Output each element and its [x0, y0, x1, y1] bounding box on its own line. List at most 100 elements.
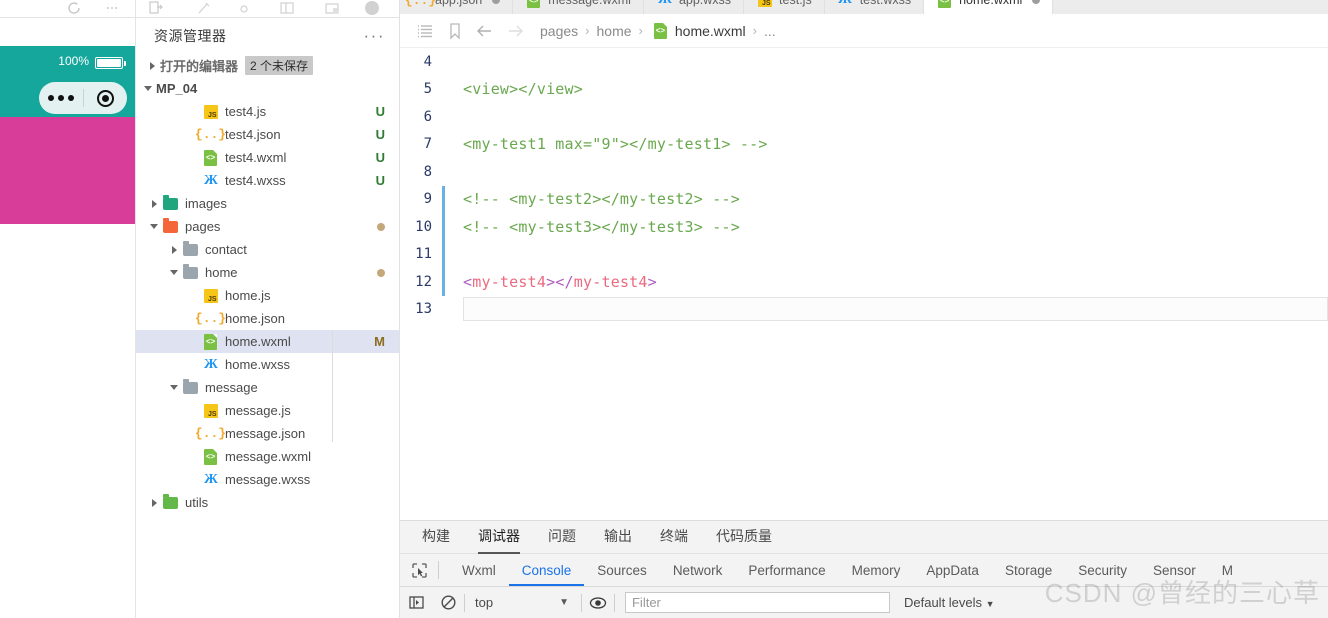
toolbar-divider: [613, 593, 615, 612]
chevron-right-icon[interactable]: [146, 199, 162, 208]
console-sidebar-icon[interactable]: [400, 594, 432, 611]
clear-console-icon[interactable]: [432, 594, 464, 611]
explorer-more-icon[interactable]: ···: [364, 27, 385, 44]
breadcrumb-item-home[interactable]: home: [597, 23, 632, 39]
tree-item-home[interactable]: home: [136, 261, 399, 284]
tree-item-message[interactable]: message: [136, 376, 399, 399]
capsule-close-icon[interactable]: [84, 89, 128, 107]
code-line-7[interactable]: 7 <my-test1 max="9"></my-test1> -->: [400, 131, 1328, 159]
editor-tab-label: app.wxss: [678, 0, 732, 7]
code-line-9[interactable]: 9 <!-- <my-test2></my-test2> -->: [400, 185, 1328, 213]
tree-item-pages[interactable]: pages: [136, 215, 399, 238]
inspector-tab-Performance[interactable]: Performance: [735, 554, 838, 586]
code-line-13[interactable]: 13: [400, 296, 1328, 324]
context-dropdown-arrow-icon[interactable]: ▼: [559, 597, 569, 608]
tree-item-label: contact: [205, 242, 247, 257]
devtools-panel-tab-问题[interactable]: 问题: [548, 526, 576, 548]
toggle-panel-icon[interactable]: [324, 0, 340, 16]
wechat-capsule-button[interactable]: [39, 82, 127, 114]
js-file-icon: JS: [756, 0, 773, 9]
inspector-tab-M[interactable]: M: [1209, 554, 1246, 586]
tree-item-test4-json[interactable]: {..} test4.json U: [136, 123, 399, 146]
inspector-tab-Network[interactable]: Network: [660, 554, 736, 586]
inspector-tab-Security[interactable]: Security: [1065, 554, 1140, 586]
chevron-right-icon[interactable]: [146, 498, 162, 507]
code-text: <my-test4></my-test4>: [463, 272, 657, 291]
capsule-menu-icon[interactable]: [39, 95, 83, 101]
code-line-10[interactable]: 10 <!-- <my-test3></my-test3> -->: [400, 213, 1328, 241]
simulator-toolbar: [0, 0, 135, 18]
tree-item-test4-js[interactable]: JS test4.js U: [136, 100, 399, 123]
open-editors-section[interactable]: 打开的编辑器 2 个未保存: [136, 54, 399, 77]
editor-tab-test-wxss[interactable]: Жtest.wxss: [824, 0, 925, 14]
breadcrumb-item-overflow[interactable]: ...: [764, 23, 776, 39]
tools-icon[interactable]: [196, 0, 212, 16]
tree-item-home-js[interactable]: JS home.js: [136, 284, 399, 307]
chevron-down-icon[interactable]: [140, 86, 156, 91]
tree-item-home-json[interactable]: {..} home.json: [136, 307, 399, 330]
inspector-tab-AppData[interactable]: AppData: [913, 554, 992, 586]
tree-item-label: home.json: [225, 311, 285, 326]
tree-item-home-wxss[interactable]: Жhome.wxss: [136, 353, 399, 376]
bookmark-icon[interactable]: [440, 16, 470, 46]
simulator-more-icon[interactable]: [104, 0, 120, 16]
tree-item-test4-wxss[interactable]: Жtest4.wxss U: [136, 169, 399, 192]
devtools-panel-tab-构建[interactable]: 构建: [422, 526, 450, 548]
execution-context-selector[interactable]: top: [475, 595, 493, 610]
editor-tab-app-wxss[interactable]: Жapp.wxss: [643, 0, 745, 14]
live-expression-eye-icon[interactable]: [582, 594, 614, 612]
inspector-tab-Sensor[interactable]: Sensor: [1140, 554, 1209, 586]
breadcrumb-item-pages[interactable]: pages: [540, 23, 578, 39]
code-line-4[interactable]: 4: [400, 48, 1328, 76]
compile-icon[interactable]: [148, 0, 164, 16]
editor-tab-home-wxml[interactable]: <> home.wxml: [924, 0, 1054, 14]
editor-tab-test-js[interactable]: JS test.js: [744, 0, 825, 14]
editor-tab-app-json[interactable]: {..} app.json: [400, 0, 514, 14]
tree-item-contact[interactable]: contact: [136, 238, 399, 261]
navigate-forward-icon[interactable]: [500, 16, 530, 46]
refresh-icon[interactable]: [66, 0, 82, 16]
editor-tab-message-wxml[interactable]: <> message.wxml: [513, 0, 644, 14]
inspector-tab-Storage[interactable]: Storage: [992, 554, 1065, 586]
chevron-right-icon[interactable]: [166, 245, 182, 254]
chevron-down-icon[interactable]: [166, 385, 182, 390]
inspect-element-icon[interactable]: [400, 562, 438, 579]
chevron-right-icon[interactable]: [144, 61, 160, 70]
log-levels-selector[interactable]: Default levels ▼: [904, 595, 995, 610]
tree-item-home-wxml[interactable]: <> home.wxml M: [136, 330, 399, 353]
upload-icon[interactable]: [236, 0, 252, 16]
tree-item-test4-wxml[interactable]: <> test4.wxml U: [136, 146, 399, 169]
devtools-panel-tab-调试器[interactable]: 调试器: [478, 526, 520, 554]
code-line-8[interactable]: 8: [400, 158, 1328, 186]
devtools-panel-tab-输出[interactable]: 输出: [604, 526, 632, 548]
navigate-back-icon[interactable]: [470, 16, 500, 46]
breadcrumb-item-file[interactable]: home.wxml: [675, 23, 746, 39]
outline-list-icon[interactable]: [410, 16, 440, 46]
tree-item-message-js[interactable]: JS message.js: [136, 399, 399, 422]
chevron-down-icon[interactable]: [166, 270, 182, 275]
devtools-panel-tab-终端[interactable]: 终端: [660, 526, 688, 548]
toggle-sidebar-icon[interactable]: [279, 0, 295, 16]
phone-preview: 100%: [0, 46, 135, 224]
inspector-tab-Console[interactable]: Console: [509, 554, 585, 586]
project-root-row[interactable]: MP_04: [136, 77, 399, 100]
tree-item-images[interactable]: images: [136, 192, 399, 215]
editor-tab-label: test.wxss: [859, 0, 912, 7]
tree-item-utils[interactable]: utils: [136, 491, 399, 514]
inspector-tab-Wxml[interactable]: Wxml: [449, 554, 509, 586]
code-line-12[interactable]: 12 <my-test4></my-test4>: [400, 268, 1328, 296]
code-line-5[interactable]: 5 <view></view>: [400, 76, 1328, 104]
tree-item-message-json[interactable]: {..} message.json: [136, 422, 399, 445]
tree-item-message-wxss[interactable]: Жmessage.wxss: [136, 468, 399, 491]
code-line-6[interactable]: 6: [400, 103, 1328, 131]
levels-dropdown-arrow-icon[interactable]: ▼: [986, 599, 995, 609]
account-avatar-icon[interactable]: [364, 0, 380, 16]
devtools-panel-tab-代码质量[interactable]: 代码质量: [716, 526, 772, 548]
code-editor[interactable]: 4 5 <view></view> 6 7 <my-test1 max="9"></my-…: [400, 48, 1328, 520]
inspector-tab-Memory[interactable]: Memory: [839, 554, 914, 586]
tree-item-message-wxml[interactable]: <> message.wxml: [136, 445, 399, 468]
chevron-down-icon[interactable]: [146, 224, 162, 229]
inspector-tab-Sources[interactable]: Sources: [584, 554, 660, 586]
code-line-11[interactable]: 11: [400, 240, 1328, 268]
console-filter-input[interactable]: Filter: [624, 592, 890, 613]
